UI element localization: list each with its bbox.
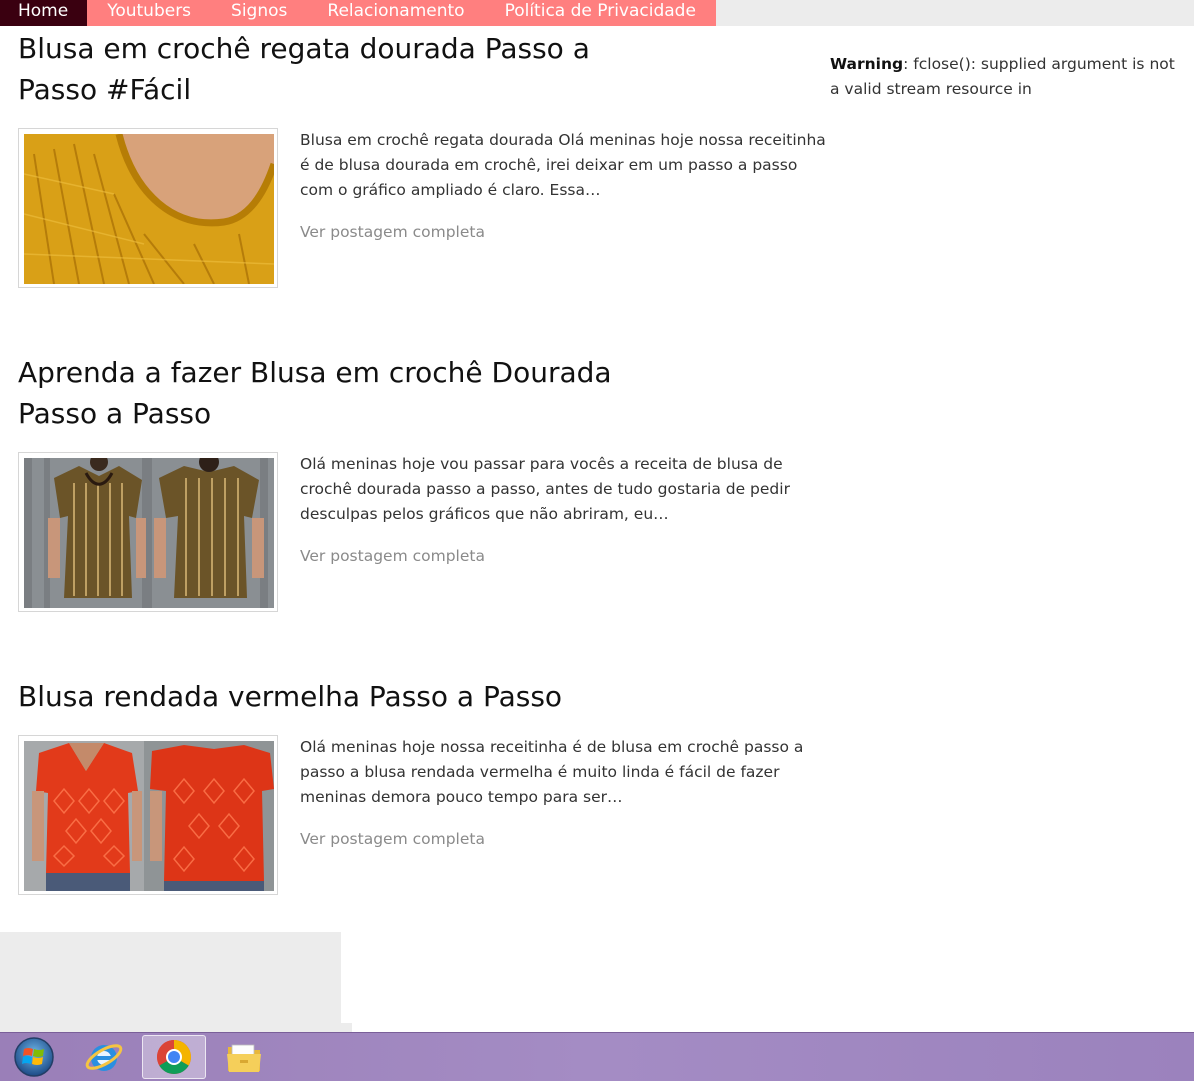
nav-signos[interactable]: Signos xyxy=(211,0,307,26)
post-title[interactable]: Blusa rendada vermelha Passo a Passo xyxy=(18,676,638,717)
read-more-link[interactable]: Ver postagem completa xyxy=(300,830,485,848)
footer-block xyxy=(0,932,341,1023)
taskbar xyxy=(0,1032,1194,1081)
post-excerpt: Blusa em crochê regata dourada Olá menin… xyxy=(300,131,826,199)
post-card: Blusa em crochê regata dourada Passo a P… xyxy=(18,28,828,288)
read-more-link[interactable]: Ver postagem completa xyxy=(300,223,485,241)
red-blouse-image xyxy=(24,741,274,891)
post-title[interactable]: Blusa em crochê regata dourada Passo a P… xyxy=(18,28,638,110)
post-thumbnail[interactable] xyxy=(18,452,278,612)
golden-blouse-image xyxy=(24,458,274,608)
nav-relacionamento[interactable]: Relacionamento xyxy=(307,0,484,26)
post-excerpt: Olá meninas hoje nossa receitinha é de b… xyxy=(300,738,804,806)
post-card: Blusa rendada vermelha Passo a Passo Olá… xyxy=(18,676,828,895)
post-thumbnail[interactable] xyxy=(18,735,278,895)
php-warning: Warning: fclose(): supplied argument is … xyxy=(830,52,1180,102)
post-card: Aprenda a fazer Blusa em crochê Dourada … xyxy=(18,352,828,612)
post-title[interactable]: Aprenda a fazer Blusa em crochê Dourada … xyxy=(18,352,638,434)
footer-block-edge xyxy=(0,1023,352,1032)
post-excerpt: Olá meninas hoje vou passar para vocês a… xyxy=(300,455,790,523)
read-more-link[interactable]: Ver postagem completa xyxy=(300,547,485,565)
nav-home[interactable]: Home xyxy=(0,0,88,26)
internet-explorer-icon[interactable] xyxy=(72,1035,136,1079)
warning-label: Warning xyxy=(830,55,904,73)
windows-start-icon[interactable] xyxy=(2,1035,66,1079)
golden-top-image xyxy=(24,134,274,284)
main-nav: Home Youtubers Signos Relacionamento Pol… xyxy=(0,0,716,26)
post-thumbnail[interactable] xyxy=(18,128,278,288)
nav-politica-privacidade[interactable]: Política de Privacidade xyxy=(485,0,716,26)
chrome-icon[interactable] xyxy=(142,1035,206,1079)
file-explorer-icon[interactable] xyxy=(212,1035,276,1079)
nav-youtubers[interactable]: Youtubers xyxy=(87,0,211,26)
